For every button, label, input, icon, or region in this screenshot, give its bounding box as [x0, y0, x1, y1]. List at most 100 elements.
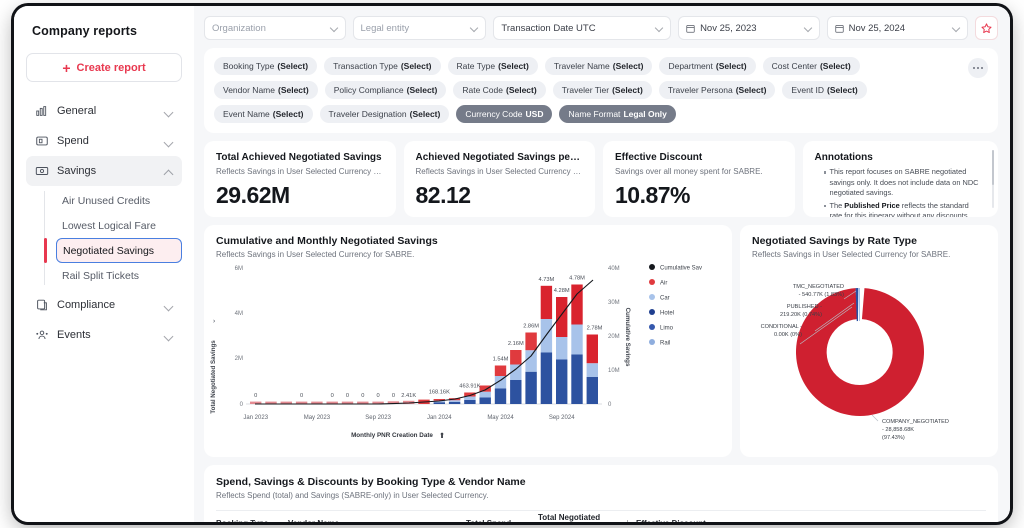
bar-segment-car[interactable] [479, 391, 491, 398]
chart-legend: Cumulative Savings Air Car Hotel Limo Ra… [649, 264, 702, 347]
bar-segment-car[interactable] [448, 400, 461, 402]
bar-segment-air[interactable] [525, 332, 537, 351]
organization-select[interactable]: Organization [204, 16, 346, 40]
bar-segment-car[interactable] [556, 337, 568, 360]
column-label: Booking Type [216, 519, 268, 523]
legend-label[interactable]: Hotel [660, 311, 674, 317]
bar-segment-hotel[interactable] [556, 359, 568, 405]
bar-label: 2.16M [508, 341, 524, 347]
chip-booking-type[interactable]: Booking Type (Select) [214, 57, 318, 75]
sidebar-subitem-air-unused-credits[interactable]: Air Unused Credits [56, 188, 182, 213]
chip-value: (Select) [735, 85, 767, 95]
bar-segment-hotel[interactable] [433, 402, 445, 404]
column-label: Vendor Name [288, 519, 339, 523]
legal-entity-select[interactable]: Legal entity [352, 16, 487, 40]
donut-label-company-line2: - 28,858.68K [882, 427, 914, 433]
chip-traveler-name[interactable]: Traveler Name (Select) [544, 57, 653, 75]
bar-segment-hotel[interactable] [525, 371, 537, 404]
sidebar-item-general[interactable]: General [26, 96, 182, 126]
bar-segment-hotel[interactable] [586, 377, 598, 404]
sidebar-item-spend[interactable]: Spend [26, 126, 182, 156]
sidebar-item-events[interactable]: Events [26, 320, 182, 350]
legend-label[interactable]: Cumulative Savings [660, 266, 702, 272]
column-label: Total Spend [466, 519, 511, 523]
sidebar-item-compliance[interactable]: Compliance [26, 290, 182, 320]
date-to-select[interactable]: Nov 25, 2024 [826, 16, 969, 40]
chip-label: Traveler Tier [561, 85, 610, 95]
chip-event-name[interactable]: Event Name (Select) [214, 105, 313, 123]
x-axis-dropdown-icon[interactable]: ⌄ [428, 432, 433, 439]
table-column-total-negotiated-savings[interactable]: Total Negotiated Savings ↓ [538, 513, 636, 522]
annotations-card: Annotations This report focuses on SABRE… [802, 141, 998, 217]
chip-traveler-persona[interactable]: Traveler Persona (Select) [658, 81, 776, 99]
bar-segment-air[interactable] [510, 350, 522, 365]
legend-label[interactable]: Rail [660, 341, 670, 347]
bar-segment-hotel[interactable] [479, 397, 491, 405]
negotiated-savings-by-rate-type-card: Negotiated Savings by Rate Type Reflects… [740, 225, 998, 457]
bar-segment-hotel[interactable] [571, 354, 583, 405]
chip-currency-code[interactable]: Currency Code USD [456, 105, 553, 123]
dot [976, 66, 980, 70]
table-column-effective-discount[interactable]: Effective Discount [636, 519, 746, 523]
chip-transaction-type[interactable]: Transaction Type (Select) [324, 57, 441, 75]
chip-value: (Select) [612, 85, 643, 95]
date-basis-select[interactable]: Transaction Date UTC [493, 16, 672, 40]
donut-slice-published[interactable] [858, 287, 860, 322]
legend-label[interactable]: Car [660, 296, 670, 302]
kpi-value: 29.62M [216, 182, 290, 208]
chip-vendor-name[interactable]: Vendor Name (Select) [214, 81, 318, 99]
sort-ascending-icon[interactable]: ⬆ [439, 431, 445, 440]
bar-label: 0 [361, 393, 364, 399]
bar-segment-hotel[interactable] [464, 400, 476, 404]
table-column-vendor-name[interactable]: Vendor Name [288, 519, 466, 523]
sidebar-subitem-negotiated-savings[interactable]: Negotiated Savings [44, 238, 182, 263]
bar-segment-air[interactable] [556, 297, 568, 337]
chip-traveler-designation[interactable]: Traveler Designation (Select) [319, 105, 450, 123]
kpi-card-effective-discount: Effective Discount Savings over all mone… [603, 141, 795, 217]
chip-name-format[interactable]: Name Format Legal Only [559, 105, 676, 123]
chip-event-id[interactable]: Event ID (Select) [782, 81, 867, 99]
chip-cost-center[interactable]: Cost Center (Select) [762, 57, 860, 75]
chip-traveler-tier[interactable]: Traveler Tier (Select) [552, 81, 652, 99]
legend-label[interactable]: Limo [660, 326, 674, 332]
date-from-select[interactable]: Nov 25, 2023 [678, 16, 820, 40]
sidebar-subitem-rail-split-tickets[interactable]: Rail Split Tickets [56, 263, 182, 288]
sidebar-subitem-lowest-logical-fare[interactable]: Lowest Logical Fare [56, 213, 182, 238]
savings-subnav: Air Unused Credits Lowest Logical Fare N… [44, 188, 182, 288]
favorite-button[interactable] [975, 16, 999, 40]
sidebar-subitem-label: Rail Split Tickets [62, 269, 140, 282]
annotation-text: This report focuses on SABRE negotiated … [829, 167, 979, 198]
bar-segment-air[interactable] [586, 334, 598, 364]
table-column-total-spend[interactable]: Total Spend [466, 519, 538, 523]
bar-segment-car[interactable] [464, 396, 476, 401]
sidebar-item-savings[interactable]: Savings [26, 156, 182, 186]
chip-department[interactable]: Department (Select) [659, 57, 756, 75]
bar-segment-car[interactable] [525, 350, 537, 372]
bar-segment-air[interactable] [494, 365, 507, 377]
bar-segment-air[interactable] [540, 285, 553, 319]
bar-segment-hotel[interactable] [540, 352, 553, 405]
y-tick: 6M [235, 266, 243, 272]
sort-descending-icon[interactable]: ↓ [626, 517, 631, 522]
legend-label[interactable]: Air [660, 281, 667, 287]
bar-segment-hotel[interactable] [494, 388, 507, 405]
create-report-button[interactable]: + Create report [26, 53, 182, 82]
bar-segment-hotel[interactable] [448, 402, 461, 404]
chip-label: Traveler Designation [328, 109, 407, 119]
bar-segment-car[interactable] [586, 363, 598, 377]
chip-rate-code[interactable]: Rate Code (Select) [453, 81, 546, 99]
table-column-booking-type[interactable]: Booking Type [216, 519, 288, 523]
bar-label: 2.78M [587, 326, 603, 332]
bar-segment-car[interactable] [571, 324, 583, 355]
donut-label-company-line1: COMPANY_NEGOTIATED [882, 419, 949, 425]
bar-segment-hotel[interactable] [510, 380, 522, 404]
y-tick: 0 [240, 402, 244, 408]
chip-label: Traveler Name [553, 61, 610, 71]
chip-policy-compliance[interactable]: Policy Compliance (Select) [324, 81, 447, 99]
chip-value: (Select) [277, 61, 309, 71]
bar-segment-air[interactable] [479, 385, 491, 392]
more-filters-button[interactable] [968, 58, 988, 78]
annotations-scrollbar[interactable] [991, 150, 994, 208]
chip-rate-type[interactable]: Rate Type (Select) [447, 57, 538, 75]
annotations-list: This report focuses on SABRE negotiated … [823, 167, 983, 217]
